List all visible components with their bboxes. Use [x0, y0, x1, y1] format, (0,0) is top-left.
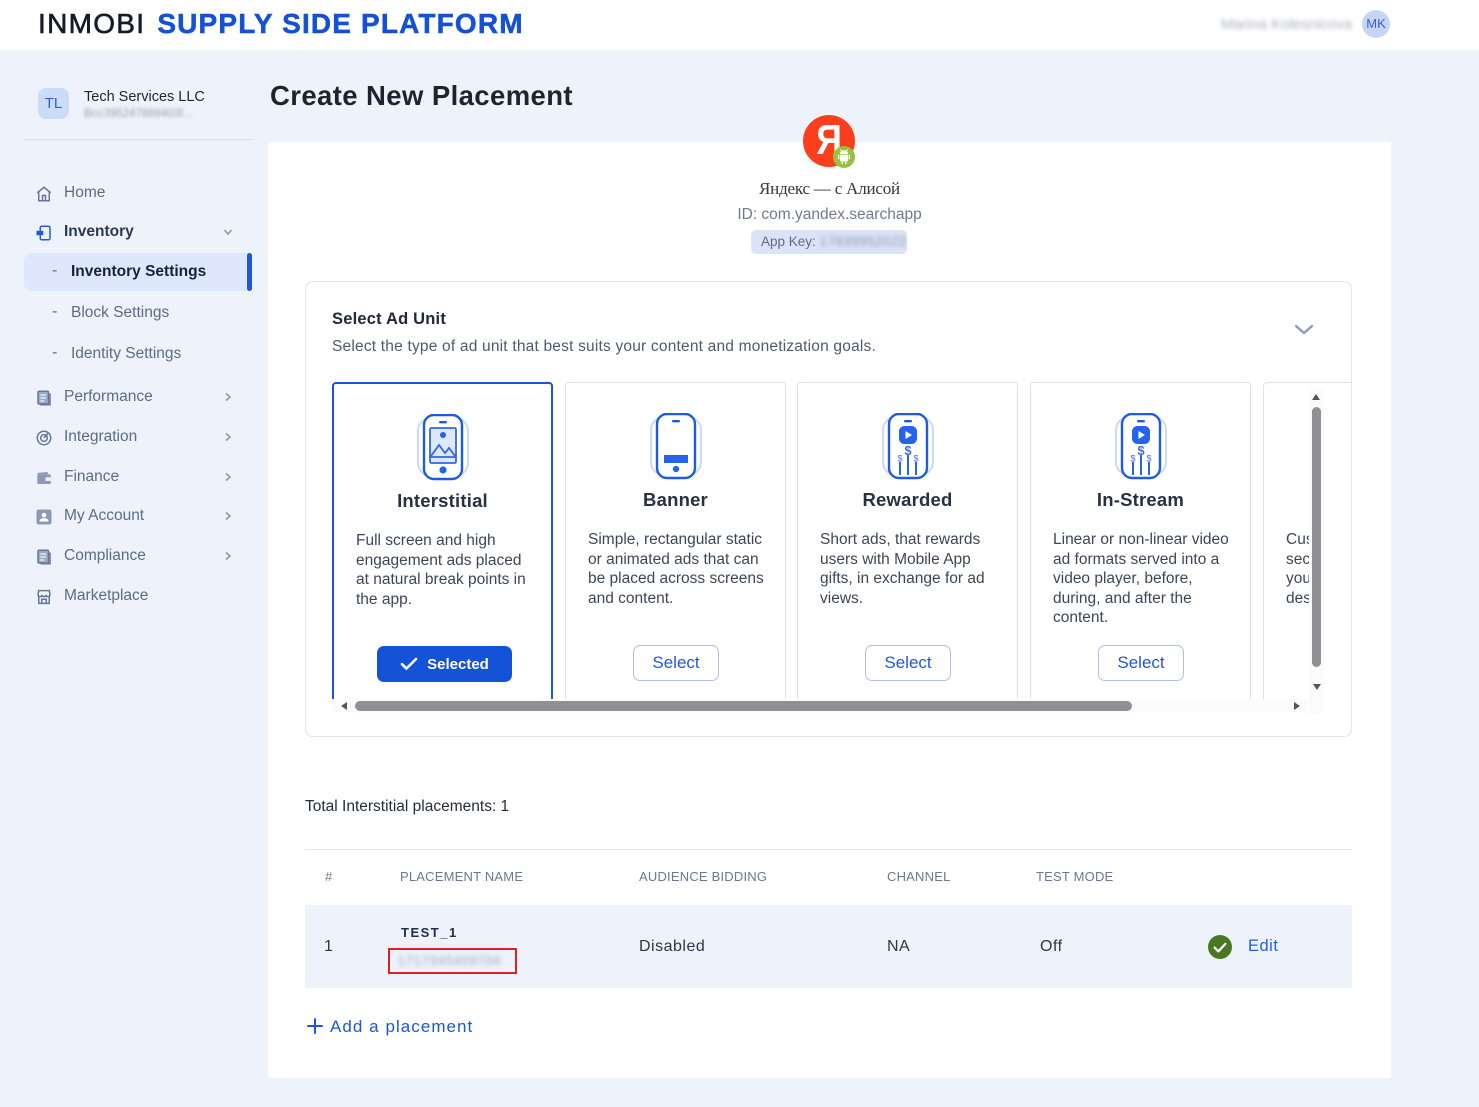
- svg-text:$: $: [1146, 454, 1151, 464]
- svg-text:$: $: [1130, 454, 1135, 464]
- svg-text:$: $: [913, 454, 918, 464]
- svg-text:$: $: [904, 443, 912, 458]
- svg-text:$: $: [1137, 443, 1145, 458]
- svg-text:$: $: [897, 454, 902, 464]
